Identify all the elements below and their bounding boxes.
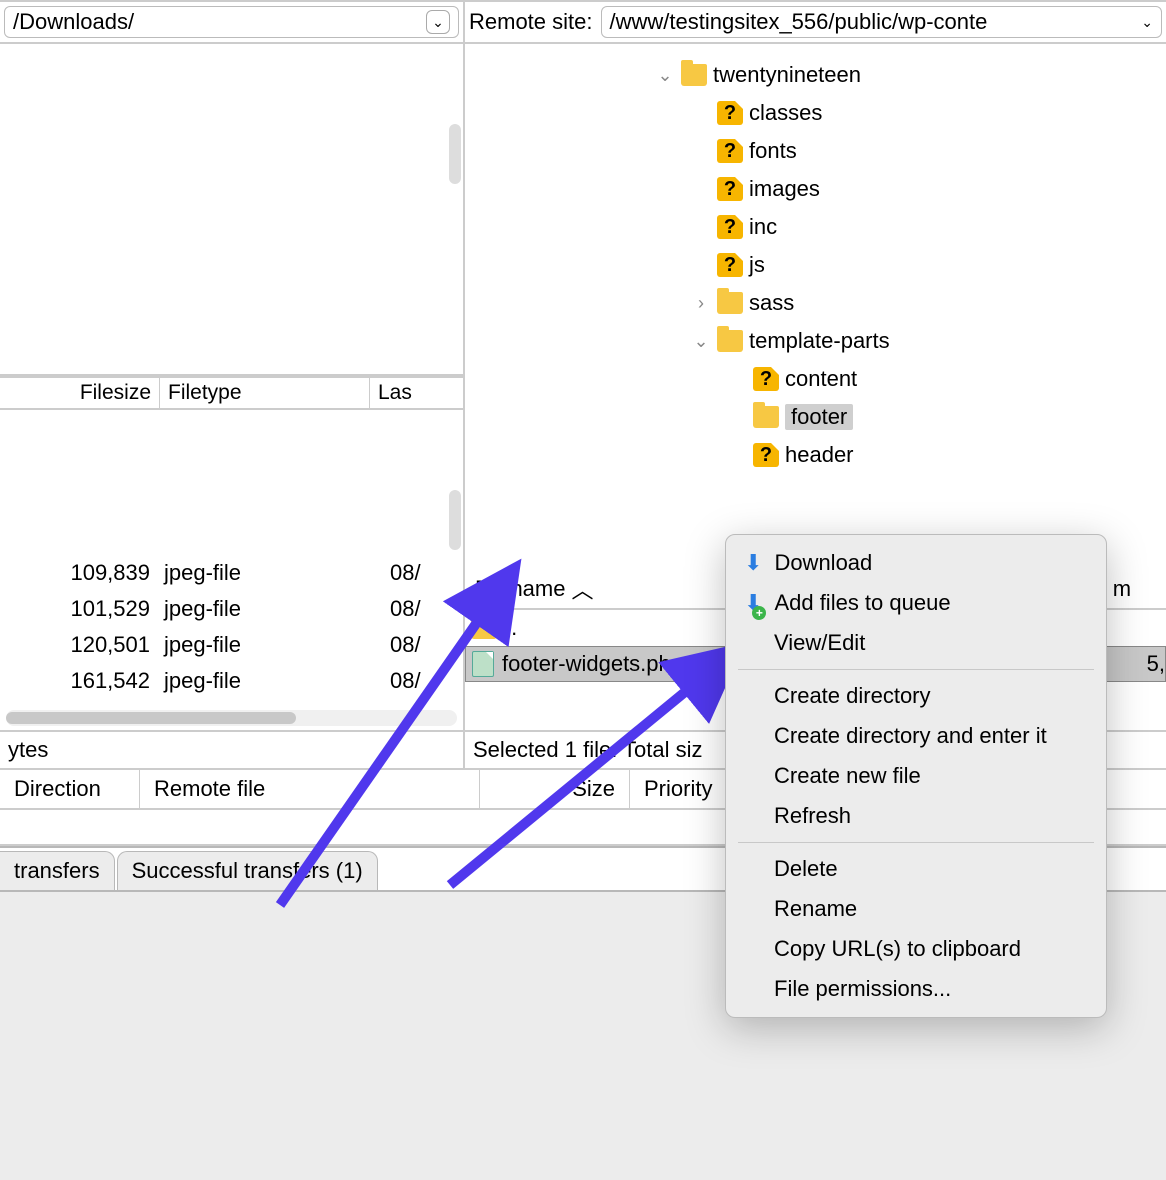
menu-file-permissions[interactable]: File permissions... <box>726 969 1106 1009</box>
col-filesize[interactable]: Filesize <box>0 378 160 408</box>
col-lastmod[interactable]: Las <box>370 378 463 408</box>
menu-rename[interactable]: Rename <box>726 889 1106 929</box>
unknown-folder-icon: ? <box>753 443 779 467</box>
local-list-scrollbar[interactable] <box>449 490 461 550</box>
sort-asc-icon: ︿ <box>571 573 593 605</box>
context-menu: ⬇Download ⬇Add files to queue View/Edit … <box>725 534 1107 1018</box>
unknown-folder-icon: ? <box>717 101 743 125</box>
file-row[interactable]: 101,529jpeg-file08/ <box>0 591 463 627</box>
local-list-hscroll[interactable] <box>6 710 457 726</box>
download-icon: ⬇ <box>744 550 762 576</box>
tree-label: fonts <box>749 138 797 164</box>
menu-refresh[interactable]: Refresh <box>726 796 1106 836</box>
chevron-down-icon: ⌄ <box>1141 14 1153 31</box>
tree-item-classes[interactable]: ?classes <box>465 94 1166 132</box>
remote-site-label: Remote site: <box>469 9 593 35</box>
menu-download[interactable]: ⬇Download <box>726 543 1106 583</box>
tree-label: classes <box>749 100 822 126</box>
tree-item-fonts[interactable]: ?fonts <box>465 132 1166 170</box>
tree-label: inc <box>749 214 777 240</box>
local-tree-scrollbar[interactable] <box>449 124 461 184</box>
local-pane: /Downloads/ ⌄ Filesize Filetype Las 109,… <box>0 2 465 770</box>
folder-icon <box>717 292 743 314</box>
file-row[interactable]: 161,542jpeg-file08/ <box>0 663 463 699</box>
local-tree[interactable] <box>0 42 463 376</box>
menu-create-directory-enter[interactable]: Create directory and enter it <box>726 716 1106 756</box>
menu-add-to-queue[interactable]: ⬇Add files to queue <box>726 583 1106 623</box>
tree-item-js[interactable]: ?js <box>465 246 1166 284</box>
col-filetype[interactable]: Filetype <box>160 378 370 408</box>
tree-label: header <box>785 442 854 468</box>
tree-item-content[interactable]: ?content <box>465 360 1166 398</box>
chevron-down-icon[interactable]: ⌄ <box>691 331 711 352</box>
unknown-folder-icon: ? <box>717 177 743 201</box>
local-path-text: /Downloads/ <box>13 9 134 35</box>
unknown-folder-icon: ? <box>753 367 779 391</box>
unknown-folder-icon: ? <box>717 139 743 163</box>
menu-separator <box>738 669 1094 670</box>
tree-item-template-parts[interactable]: ⌄ template-parts <box>465 322 1166 360</box>
php-file-icon <box>472 651 494 677</box>
local-site-row: /Downloads/ ⌄ <box>0 2 463 42</box>
tree-label: template-parts <box>749 328 890 354</box>
tree-label: content <box>785 366 857 392</box>
tree-item-footer[interactable]: footer <box>465 398 1166 436</box>
parent-dir-label: .. <box>505 615 517 641</box>
col-direction[interactable]: Direction <box>0 770 140 808</box>
folder-icon <box>471 617 497 639</box>
file-row[interactable]: 120,501jpeg-file08/ <box>0 627 463 663</box>
tree-label: twentynineteen <box>713 62 861 88</box>
menu-separator <box>738 842 1094 843</box>
folder-icon <box>717 330 743 352</box>
tree-item-twentynineteen[interactable]: ⌄ twentynineteen <box>465 56 1166 94</box>
tree-item-images[interactable]: ?images <box>465 170 1166 208</box>
tree-item-header[interactable]: ?header <box>465 436 1166 474</box>
menu-create-directory[interactable]: Create directory <box>726 676 1106 716</box>
remote-path-input[interactable]: /www/testingsitex_556/public/wp-conte ⌄ <box>601 6 1163 38</box>
tab-successful-transfers[interactable]: Successful transfers (1) <box>117 851 378 890</box>
tree-item-sass[interactable]: › sass <box>465 284 1166 322</box>
local-status: ytes <box>0 730 463 770</box>
local-path-dropdown[interactable]: ⌄ <box>426 10 450 34</box>
unknown-folder-icon: ? <box>717 253 743 277</box>
tab-failed-transfers[interactable]: transfers <box>0 851 115 890</box>
chevron-down-icon: ⌄ <box>432 14 444 31</box>
col-size[interactable]: Size <box>480 770 630 808</box>
menu-view-edit[interactable]: View/Edit <box>726 623 1106 663</box>
tree-label: footer <box>785 404 853 430</box>
local-file-list[interactable]: 109,839jpeg-file08/ 101,529jpeg-file08/ … <box>0 410 463 730</box>
col-remote-file[interactable]: Remote file <box>140 770 480 808</box>
scrollbar-thumb[interactable] <box>6 712 296 724</box>
menu-copy-url[interactable]: Copy URL(s) to clipboard <box>726 929 1106 969</box>
download-plus-icon: ⬇ <box>744 590 762 616</box>
remote-site-row: Remote site: /www/testingsitex_556/publi… <box>465 2 1166 42</box>
tree-label: js <box>749 252 765 278</box>
file-row[interactable]: 109,839jpeg-file08/ <box>0 555 463 591</box>
remote-tree[interactable]: ⌄twentynineteen?classes?fonts?images?inc… <box>465 42 1166 570</box>
chevron-right-icon[interactable]: › <box>691 293 711 314</box>
col-filename[interactable]: Filename︿ <box>465 570 755 608</box>
local-path-input[interactable]: /Downloads/ ⌄ <box>4 6 459 38</box>
tree-label: sass <box>749 290 794 316</box>
unknown-folder-icon: ? <box>717 215 743 239</box>
folder-icon <box>681 64 707 86</box>
menu-create-file[interactable]: Create new file <box>726 756 1106 796</box>
folder-icon <box>753 406 779 428</box>
remote-path-text: /www/testingsitex_556/public/wp-conte <box>610 9 988 35</box>
local-list-header: Filesize Filetype Las <box>0 376 463 410</box>
tree-item-inc[interactable]: ?inc <box>465 208 1166 246</box>
menu-delete[interactable]: Delete <box>726 849 1106 889</box>
file-size: 5, <box>1139 651 1165 677</box>
chevron-down-icon[interactable]: ⌄ <box>655 65 675 86</box>
tree-label: images <box>749 176 820 202</box>
